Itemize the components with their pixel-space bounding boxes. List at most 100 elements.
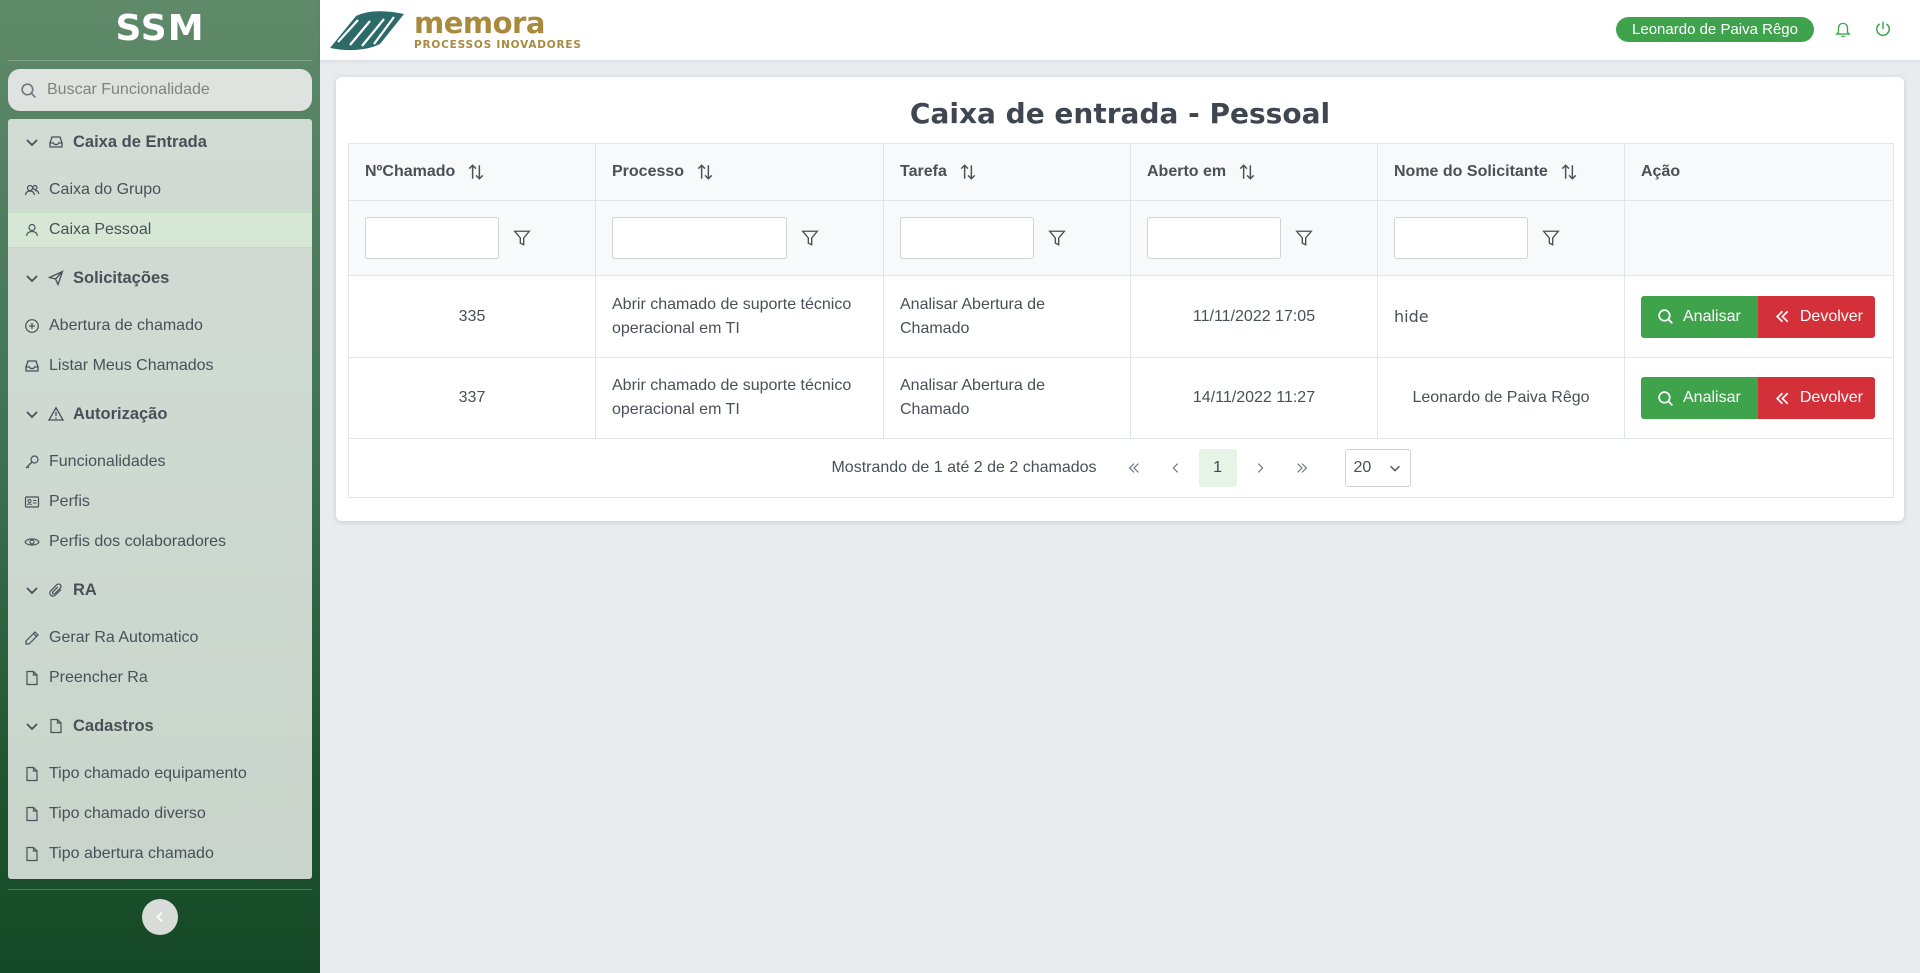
menu-section-label: Caixa de Entrada xyxy=(73,132,207,151)
double-chevron-left-icon xyxy=(1775,310,1789,323)
filter-input-numero[interactable] xyxy=(365,217,499,259)
filter-input-tarefa[interactable] xyxy=(900,217,1034,259)
menu-section-ra[interactable]: RA xyxy=(8,572,312,608)
filter-input-aberto-em[interactable] xyxy=(1147,217,1281,259)
sort-icon[interactable] xyxy=(1238,163,1256,181)
pagination: Mostrando de 1 até 2 de 2 chamados 1 20 xyxy=(831,449,1411,487)
menu-item-label: Tipo chamado equipamento xyxy=(49,765,247,782)
filter-icon[interactable] xyxy=(1048,229,1066,247)
pencil-icon xyxy=(25,631,39,645)
last-page-button[interactable] xyxy=(1283,449,1321,487)
page-size-select[interactable]: 20 xyxy=(1344,449,1411,487)
sidebar-collapse-button[interactable] xyxy=(142,899,178,935)
menu-item-funcionalidades[interactable]: Funcionalidades xyxy=(8,444,312,480)
menu-item-label: Caixa do Grupo xyxy=(49,181,162,198)
menu-item-label: Gerar Ra Automatico xyxy=(49,629,199,646)
logo-mark-icon xyxy=(330,11,404,51)
page-title: Caixa de entrada - Pessoal xyxy=(909,97,1331,130)
user-icon xyxy=(25,223,39,237)
return-button-label: Devolver xyxy=(1799,307,1863,325)
menu-item-preencher-ra[interactable]: Preencher Ra xyxy=(8,660,312,696)
return-button[interactable]: Devolver xyxy=(1758,377,1875,419)
filter-icon[interactable] xyxy=(513,229,531,247)
pagination-row: Mostrando de 1 até 2 de 2 chamados 1 20 xyxy=(348,438,1894,498)
menu-item-perfis[interactable]: Perfis xyxy=(8,484,312,520)
first-page-button[interactable] xyxy=(1115,449,1153,487)
sort-icon[interactable] xyxy=(959,163,977,181)
filter-icon[interactable] xyxy=(1295,229,1313,247)
filter-input-solicitante[interactable] xyxy=(1394,217,1528,259)
page-number-button[interactable]: 1 xyxy=(1198,449,1237,487)
cell-processo: Abrir chamado de suporte técnico operaci… xyxy=(595,275,884,358)
users-icon xyxy=(24,184,40,196)
menu-item-perfis-dos-colaboradores[interactable]: Perfis dos colaboradores xyxy=(8,524,312,560)
return-button-label: Devolver xyxy=(1799,389,1863,406)
menu-section-cadastros[interactable]: Cadastros xyxy=(8,708,312,744)
menu-item-tipo-chamado-diverso[interactable]: Tipo chamado diverso xyxy=(8,796,312,832)
analyze-button[interactable]: Analisar xyxy=(1641,377,1758,419)
double-chevron-left-icon xyxy=(1775,392,1789,404)
menu-item-caixa-do-grupo[interactable]: Caixa do Grupo xyxy=(8,172,312,208)
chevron-down-icon xyxy=(26,139,38,147)
column-header-solicitante[interactable]: Nome do Solicitante xyxy=(1377,143,1625,201)
sort-icon[interactable] xyxy=(1560,163,1578,181)
next-page-button[interactable] xyxy=(1241,449,1279,487)
table-header-row: NºChamado Processo Tarefa Aberto em Nome… xyxy=(348,143,1894,201)
column-header-label: NºChamado xyxy=(365,163,456,181)
top-bar: memora PROCESSOS INOVADORES Leonardo de … xyxy=(320,0,1920,60)
column-header-label: Nome do Solicitante xyxy=(1394,163,1548,181)
menu-item-tipo-abertura-chamado[interactable]: Tipo abertura chamado xyxy=(8,836,312,872)
file-icon xyxy=(26,806,38,822)
menu-section-caixa-de-entrada[interactable]: Caixa de Entrada xyxy=(8,124,312,160)
menu-section-label: RA xyxy=(73,580,97,599)
cell-solicitante: hide xyxy=(1377,275,1625,358)
divider xyxy=(8,60,312,61)
user-badge[interactable]: Leonardo de Paiva Rêgo xyxy=(1616,17,1814,42)
eye-icon xyxy=(24,538,40,546)
cell-numero: 337 xyxy=(348,357,596,439)
menu-item-tipo-chamado-equipamento[interactable]: Tipo chamado equipamento xyxy=(8,756,312,792)
column-header-numero[interactable]: NºChamado xyxy=(348,143,596,201)
filter-input-processo[interactable] xyxy=(612,217,787,259)
filter-icon[interactable] xyxy=(1542,229,1560,247)
file-icon xyxy=(26,846,38,862)
menu-section-autorizacao[interactable]: Autorização xyxy=(8,396,312,432)
menu-item-label: Funcionalidades xyxy=(49,453,166,470)
menu-item-label: Tipo chamado diverso xyxy=(49,805,206,822)
sort-icon[interactable] xyxy=(467,163,485,181)
return-button[interactable]: Devolver xyxy=(1758,295,1875,338)
paperclip-icon xyxy=(49,583,62,597)
search-icon xyxy=(21,82,36,98)
file-icon xyxy=(26,670,38,686)
id-card-icon xyxy=(24,496,40,508)
divider xyxy=(8,889,312,890)
company-logo[interactable]: memora PROCESSOS INOVADORES xyxy=(328,6,582,54)
sidebar-menu: Caixa de Entrada Caixa do Grupo Caixa Pe… xyxy=(8,119,312,879)
column-header-processo[interactable]: Processo xyxy=(595,143,884,201)
warning-icon xyxy=(48,406,64,421)
double-chevron-left-icon xyxy=(1128,463,1139,473)
power-icon[interactable] xyxy=(1874,20,1892,38)
menu-item-abertura-de-chamado[interactable]: Abertura de chamado xyxy=(8,308,312,344)
table-row: 335 Abrir chamado de suporte técnico ope… xyxy=(348,275,1894,358)
menu-item-caixa-pessoal[interactable]: Caixa Pessoal xyxy=(8,212,312,248)
menu-item-listar-meus-chamados[interactable]: Listar Meus Chamados xyxy=(8,348,312,384)
column-header-label: Aberto em xyxy=(1147,163,1227,181)
column-header-aberto-em[interactable]: Aberto em xyxy=(1130,143,1378,201)
menu-item-gerar-ra-automatico[interactable]: Gerar Ra Automatico xyxy=(8,620,312,656)
cell-tarefa: Analisar Abertura de Chamado xyxy=(883,275,1131,358)
column-header-acao: Ação xyxy=(1624,143,1894,201)
cell-numero: 335 xyxy=(348,275,596,358)
bell-icon[interactable] xyxy=(1834,20,1852,38)
column-header-tarefa[interactable]: Tarefa xyxy=(883,143,1131,201)
sort-icon[interactable] xyxy=(696,163,714,181)
column-header-label: Ação xyxy=(1641,163,1681,180)
chevron-down-icon xyxy=(26,587,38,595)
analyze-button[interactable]: Analisar xyxy=(1641,295,1758,338)
menu-section-solicitacoes[interactable]: Solicitações xyxy=(8,260,312,296)
menu-item-label: Caixa Pessoal xyxy=(49,221,152,238)
chevron-right-icon xyxy=(1257,463,1264,473)
filter-icon[interactable] xyxy=(801,229,819,247)
sidebar-search-input[interactable]: Buscar Funcionalidade xyxy=(8,69,312,111)
prev-page-button[interactable] xyxy=(1157,449,1195,487)
